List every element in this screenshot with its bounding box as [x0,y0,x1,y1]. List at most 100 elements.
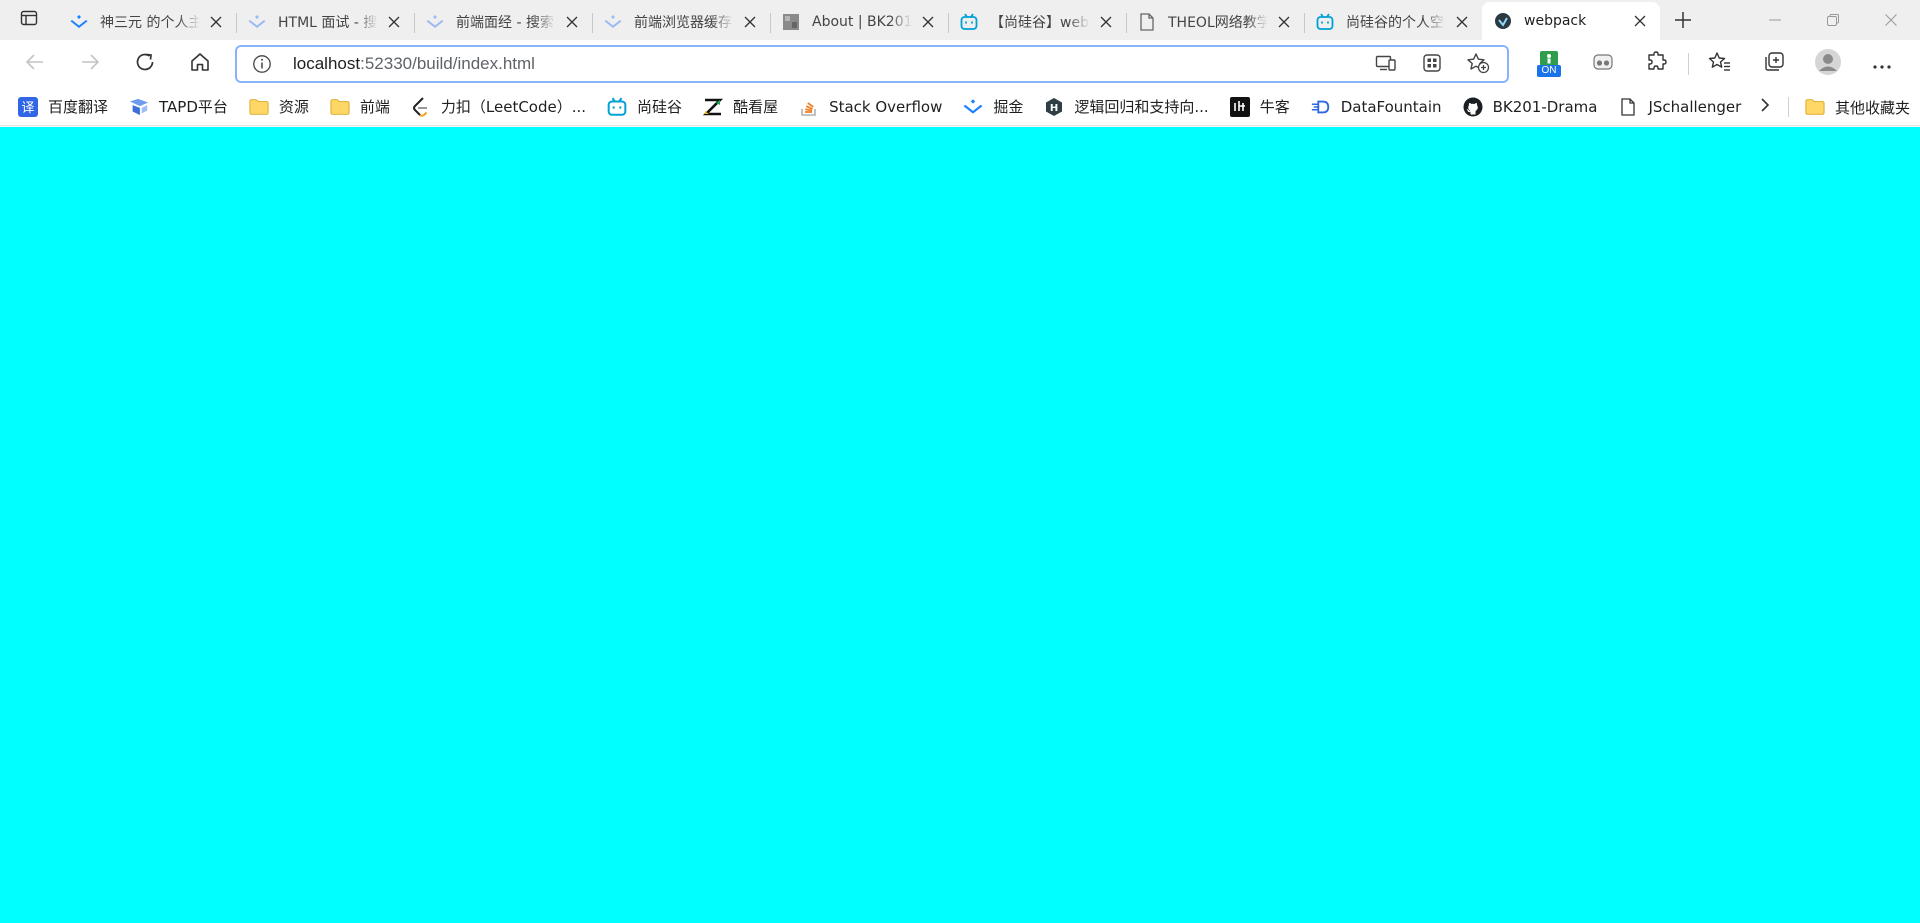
more-bookmarks-button[interactable] [1750,92,1780,122]
folder-icon [1805,97,1825,117]
tab-title: 【尚硅谷】webpack [990,15,1090,31]
page-viewport [0,127,1920,923]
bookmark-logistic-regression[interactable]: H 逻辑回归和支持向... [1034,92,1219,122]
bookmark-stackoverflow[interactable]: Stack Overflow [789,92,953,122]
cast-button[interactable] [1363,51,1409,79]
forward-button[interactable] [70,46,110,82]
home-icon [189,51,211,77]
bookmarks-bar: 译 百度翻译 TAPD平台 资源 前端 力扣（LeetCode）... 尚硅谷 … [0,88,1920,126]
url-host: localhost [293,54,361,73]
bookmark-label: 逻辑回归和支持向... [1074,98,1209,116]
tab-frontend-interview[interactable]: 前端面经 - 搜索 [414,4,592,40]
close-tab-icon[interactable] [1274,12,1294,32]
close-tab-icon[interactable] [740,12,760,32]
z-icon [703,97,724,117]
close-window-button[interactable] [1862,0,1920,40]
close-icon [1885,11,1897,30]
baidu-translate-icon: 译 [18,96,38,117]
tab-title: 前端面经 - 搜索 [456,15,554,31]
bookmark-label: 掘金 [993,98,1024,116]
browser-toolbar: localhost:52330/build/index.html ON [0,40,1920,88]
close-tab-icon[interactable] [206,12,226,32]
bookmark-label: 百度翻译 [48,98,109,116]
bookmark-label: 资源 [278,98,309,116]
tab-title: HTML 面试 - 搜索 [278,15,378,31]
bookmark-folder-frontend[interactable]: 前端 [320,92,401,122]
page-icon [1138,13,1156,31]
apps-button[interactable] [1409,51,1455,79]
tab-html-interview[interactable]: HTML 面试 - 搜索 [236,4,414,40]
bookmark-label: TAPD平台 [159,98,228,116]
tab-title: 前端浏览器缓存 [634,15,732,31]
bookmark-datafountain[interactable]: DataFountain [1301,92,1453,122]
tab-about-bk201[interactable]: About | BK201 [770,4,948,40]
restore-button[interactable] [1804,0,1862,40]
extensions-button[interactable] [1630,44,1684,84]
tab-list: 神三元 的个人主页 HTML 面试 - 搜索 前端面经 - 搜索 前端浏览器缓存 [58,0,1660,40]
close-tab-icon[interactable] [1096,12,1116,32]
bookmark-label: 力扣（LeetCode）... [440,98,587,116]
add-favorite-button[interactable] [1455,51,1501,79]
favorites-button[interactable] [1693,44,1747,84]
bookmark-leetcode[interactable]: 力扣（LeetCode）... [401,92,597,122]
plus-icon [1674,11,1692,33]
extension-button-2[interactable] [1576,44,1630,84]
close-tab-icon[interactable] [918,12,938,32]
datafountain-icon [1311,97,1331,117]
tab-shensanyuan[interactable]: 神三元 的个人主页 [58,4,236,40]
svg-text:H: H [1050,103,1058,114]
minimize-button[interactable] [1746,0,1804,40]
tab-actions-button[interactable] [0,0,58,40]
profile-button[interactable] [1801,44,1855,84]
bookmark-label: Stack Overflow [829,97,943,116]
folder-icon [249,97,269,117]
settings-menu-button[interactable] [1855,44,1909,84]
toolbar-right: ON [1522,44,1909,84]
close-tab-icon[interactable] [1630,11,1650,31]
bookmark-tapd[interactable]: TAPD平台 [119,92,239,122]
new-tab-button[interactable] [1662,4,1704,40]
bookmark-shangguigu[interactable]: 尚硅谷 [597,92,693,122]
extension-badge-text: ON [1541,65,1557,76]
collections-button[interactable] [1747,44,1801,84]
home-button[interactable] [180,46,220,82]
collections-icon [1763,51,1785,77]
address-bar[interactable]: localhost:52330/build/index.html [235,45,1509,83]
tab-theol[interactable]: THEOL网络教学 [1126,4,1304,40]
bookmark-kukanwu[interactable]: 酷看屋 [693,92,789,122]
bookmark-label: 其他收藏夹 [1835,98,1911,117]
tab-strip: 神三元 的个人主页 HTML 面试 - 搜索 前端面经 - 搜索 前端浏览器缓存 [0,0,1920,40]
bookmark-label: DataFountain [1340,97,1442,116]
refresh-button[interactable] [125,46,165,82]
other-favorites-folder[interactable]: 其他收藏夹 [1795,92,1920,122]
page-icon [1618,97,1638,117]
bilibili-icon [960,13,978,31]
refresh-icon [134,51,156,77]
bookmark-jschallenger[interactable]: JSchallenger [1608,92,1752,122]
bookmark-label: 酷看屋 [733,98,779,116]
info-icon[interactable] [251,53,273,75]
close-tab-icon[interactable] [562,12,582,32]
bookmark-folder-resources[interactable]: 资源 [239,92,320,122]
bookmark-nowcoder[interactable]: 牛客 [1220,92,1301,122]
bookmark-bk201-drama[interactable]: BK201-Drama [1453,92,1609,122]
close-tab-icon[interactable] [384,12,404,32]
bookmark-label: 前端 [359,98,390,116]
bookmark-baidu-translate[interactable]: 译 百度翻译 [8,92,119,122]
more-dots-icon [1872,55,1892,74]
close-tab-icon[interactable] [1452,12,1472,32]
tab-shangguigu-space[interactable]: 尚硅谷的个人空间 [1304,4,1482,40]
back-button[interactable] [15,46,55,82]
tab-browser-cache[interactable]: 前端浏览器缓存 [592,4,770,40]
nowcoder-icon [1229,96,1250,117]
bookmark-juejin[interactable]: 掘金 [953,92,1034,122]
extension-badge-icon: ON [1537,50,1561,78]
tab-webpack[interactable]: webpack [1482,2,1660,40]
tab-actions-icon [20,9,38,31]
extension-on-button[interactable]: ON [1522,44,1576,84]
tab-shangguigu-webpack[interactable]: 【尚硅谷】webpack [948,4,1126,40]
extension-mask-icon [1592,52,1614,76]
leetcode-icon [411,96,431,117]
url-text[interactable]: localhost:52330/build/index.html [293,54,535,74]
toolbar-separator [1688,53,1689,75]
